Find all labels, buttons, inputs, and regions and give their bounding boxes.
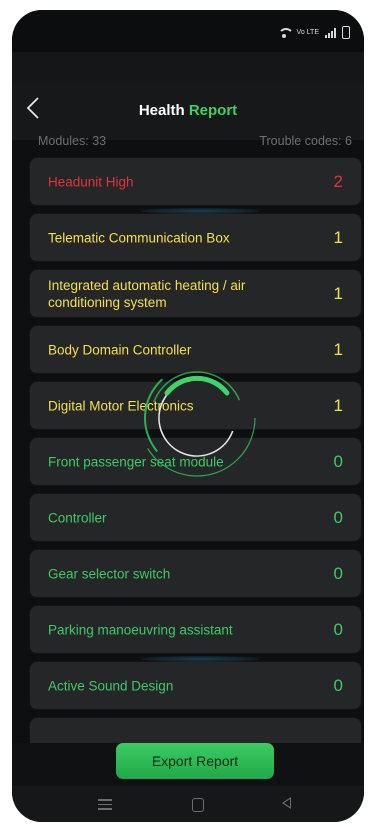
system-nav-bar [12, 786, 364, 822]
module-count: 1 [333, 339, 343, 359]
recent-apps-icon[interactable] [98, 799, 112, 810]
module-count: 0 [333, 675, 343, 695]
module-count: 2 [333, 171, 343, 191]
module-label: Headunit High [48, 174, 134, 189]
module-item-controller[interactable]: Controller 0 [30, 494, 361, 541]
module-label: Parking manoeuvring assistant [48, 622, 233, 637]
top-strip [12, 52, 364, 82]
header: Health Report [12, 82, 364, 140]
home-icon[interactable] [192, 798, 204, 812]
module-label: Integrated automatic heating / air condi… [48, 277, 246, 310]
module-count: 0 [333, 507, 343, 527]
phone-screen: Vo LTE Health Report Modules: 33 Trouble… [12, 10, 364, 822]
module-count: 0 [333, 563, 343, 583]
module-item-headunit-high[interactable]: Headunit High 2 [30, 158, 361, 205]
module-label: Active Sound Design [48, 678, 174, 693]
module-label: Gear selector switch [48, 566, 171, 581]
module-label: Digital Motor Electronics [48, 398, 194, 413]
signal-icon [325, 27, 336, 38]
module-item-gear-selector-switch[interactable]: Gear selector switch 0 [30, 550, 361, 597]
battery-icon [342, 26, 350, 39]
module-label: Telematic Communication Box [48, 230, 230, 245]
module-item-body-domain-controller[interactable]: Body Domain Controller 1 [30, 326, 361, 373]
page-title: Health Report [12, 102, 364, 119]
summary-row: Modules: 33 Trouble codes: 6 [38, 134, 352, 152]
module-item-parking-manoeuvring-assistant[interactable]: Parking manoeuvring assistant 0 [30, 606, 361, 653]
wifi-icon [277, 27, 294, 38]
module-item-front-passenger-seat-module[interactable]: Front passenger seat module 0 [30, 438, 361, 485]
export-report-button[interactable]: Export Report [116, 743, 274, 779]
module-label: Controller [48, 510, 107, 525]
module-label: Body Domain Controller [48, 342, 192, 357]
module-item-digital-motor-electronics[interactable]: Digital Motor Electronics 1 [30, 382, 361, 429]
module-count: 1 [333, 283, 343, 303]
module-item-partial[interactable] [30, 718, 361, 743]
status-icons: Vo LTE [277, 26, 350, 39]
module-count: 0 [333, 451, 343, 471]
volte-indicator: Vo LTE [296, 29, 319, 36]
module-label: Front passenger seat module [48, 454, 224, 469]
title-accent: Report [188, 102, 238, 119]
module-count: 1 [333, 227, 343, 247]
trouble-codes-count: Trouble codes: 6 [259, 134, 352, 148]
title-main: Health [138, 102, 185, 119]
back-triangle-icon[interactable] [282, 797, 291, 809]
status-bar: Vo LTE [12, 10, 364, 52]
module-item-integrated-heating-ac[interactable]: Integrated automatic heating / air condi… [30, 270, 361, 317]
module-count: 1 [333, 395, 343, 415]
module-item-telematic-communication-box[interactable]: Telematic Communication Box 1 [30, 214, 361, 261]
module-item-active-sound-design[interactable]: Active Sound Design 0 [30, 662, 361, 709]
modules-count: Modules: 33 [38, 134, 107, 148]
module-count: 0 [333, 619, 343, 639]
